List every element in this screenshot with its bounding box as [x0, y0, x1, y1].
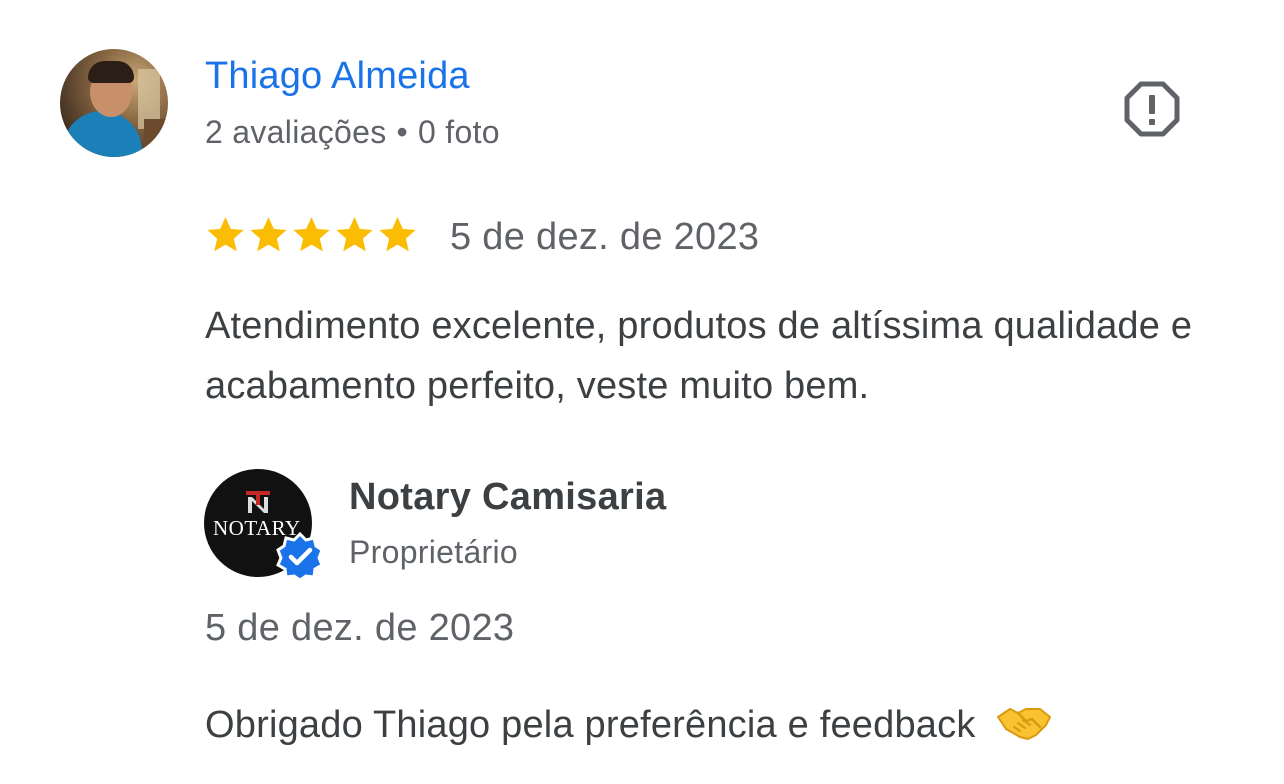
reply-message: Obrigado Thiago pela preferência e feedb… — [205, 704, 976, 746]
star-icon — [207, 217, 244, 252]
star-icon — [293, 217, 330, 252]
reply-text: Obrigado Thiago pela preferência e feedb… — [205, 703, 1052, 753]
verified-badge-icon — [276, 531, 324, 582]
star-icon — [379, 217, 416, 252]
reply-date: 5 de dez. de 2023 — [205, 607, 515, 649]
reviewer-name[interactable]: Thiago Almeida — [205, 55, 470, 98]
photos-count: 0 foto — [418, 114, 500, 150]
handshake-icon — [996, 703, 1052, 753]
reviewer-meta: 2 avaliações • 0 foto — [205, 114, 500, 151]
report-icon[interactable] — [1124, 81, 1180, 137]
review-date: 5 de dez. de 2023 — [450, 216, 760, 258]
star-icon — [250, 217, 287, 252]
owner-name[interactable]: Notary Camisaria — [349, 476, 666, 519]
rating-stars — [205, 214, 418, 255]
meta-separator: • — [396, 114, 409, 150]
owner-role: Proprietário — [349, 534, 519, 570]
review-text: Atendimento excelente, produtos de altís… — [205, 305, 1193, 407]
reviews-count: 2 avaliações — [205, 114, 387, 150]
star-icon — [336, 217, 373, 252]
reviewer-avatar[interactable] — [60, 49, 168, 157]
notary-logo-mark — [246, 491, 270, 513]
